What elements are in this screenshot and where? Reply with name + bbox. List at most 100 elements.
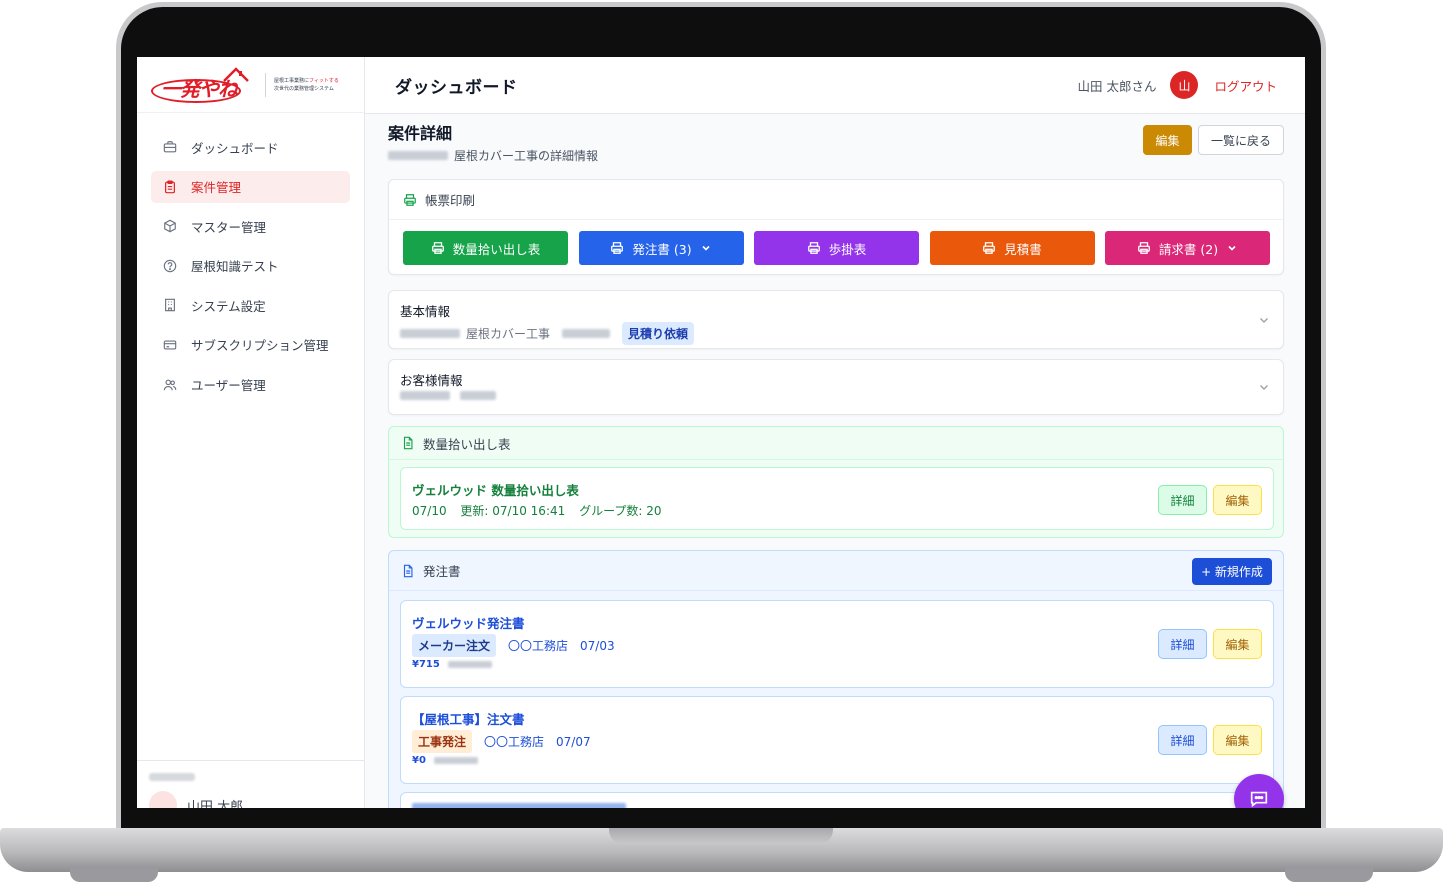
edit-button[interactable]: 編集 [1213, 725, 1262, 755]
print-card: 帳票印刷 数量拾い出し表 発注書 (3) 歩掛表 見積書 請求書 (2) [388, 179, 1284, 275]
item-price: ¥0 [412, 755, 478, 766]
printer-icon [1138, 242, 1150, 254]
chevron-down-icon [702, 245, 710, 251]
detail-button[interactable]: 詳細 [1158, 725, 1207, 755]
printer-icon [611, 242, 624, 254]
document-icon [403, 564, 413, 577]
sidebar-item-projects[interactable]: 案件管理 [151, 170, 350, 203]
edit-button[interactable]: 編集 [1213, 485, 1262, 515]
list-item[interactable]: 【屋根工事】注文書 工事発注 〇〇工務店 07/07 ¥0 詳細 編集 [400, 696, 1274, 784]
printer-icon [431, 242, 444, 254]
list-item[interactable]: ヴェルウッド発注書 メーカー注文 〇〇工務店 07/03 ¥715 詳細 編集 [400, 600, 1274, 688]
customer-info-title: お客様情報 [400, 373, 463, 388]
detail-title-row: 案件詳細 屋根カバー工事の詳細情報 編集 一覧に戻る [388, 114, 1284, 174]
clipboard-icon [165, 180, 175, 193]
chevron-down-icon [1228, 245, 1236, 251]
sidebar-item-settings[interactable]: システム設定 [151, 289, 350, 321]
laptop-foot [1285, 868, 1373, 882]
avatar [149, 791, 177, 808]
credit-card-icon [163, 340, 177, 350]
sidebar-item-dashboard[interactable]: ダッシュボード [151, 131, 350, 163]
basic-info-summary: 屋根カバー工事 見積り依頼 [400, 322, 695, 345]
app-logo: 一発やね [149, 65, 261, 105]
logo-tagline: 屋根工事業務にフィットする 次世代の業務管理システム [274, 77, 339, 92]
item-meta: メーカー注文 〇〇工務店 07/03 [412, 634, 615, 657]
status-badge: 見積り依頼 [622, 322, 695, 345]
edit-button[interactable]: 編集 [1143, 125, 1192, 155]
orders-section-header: 発注書 [389, 551, 1283, 591]
sidebar-item-subscription[interactable]: サブスクリプション管理 [151, 329, 350, 361]
sidebar: 一発やね 屋根工事業務にフィットする 次世代の業務管理システム ダッシュボード … [137, 57, 365, 808]
chevron-down-icon [1260, 385, 1268, 390]
print-card-header: 帳票印刷 [389, 180, 1283, 220]
logout-link[interactable]: ログアウト [1214, 76, 1277, 95]
basic-info-accordion[interactable]: 基本情報 屋根カバー工事 見積り依頼 [388, 290, 1284, 349]
detail-button[interactable]: 詳細 [1158, 629, 1207, 659]
item-title: ヴェルウッド発注書 [412, 616, 525, 631]
order-type-badge: 工事発注 [412, 730, 473, 753]
print-order-button[interactable]: 発注書 (3) [578, 231, 744, 265]
app-screen: 一発やね 屋根工事業務にフィットする 次世代の業務管理システム ダッシュボード … [137, 57, 1305, 808]
item-title: ヴェルウッド 数量拾い出し表 [412, 483, 579, 498]
detail-title: 案件詳細 [388, 124, 453, 143]
customer-info-accordion[interactable]: お客様情報 [388, 359, 1284, 415]
edit-button[interactable]: 編集 [1213, 629, 1262, 659]
redacted-text [412, 803, 626, 808]
list-item[interactable] [400, 792, 1274, 808]
detail-subtitle: 屋根カバー工事の詳細情報 [388, 147, 598, 164]
building-icon [165, 299, 175, 312]
basic-info-title: 基本情報 [400, 304, 451, 319]
chat-bubble-icon [1250, 791, 1268, 808]
question-circle-icon [163, 259, 177, 273]
item-meta: 07/10 更新: 07/10 16:41 グループ数: 20 [412, 504, 662, 518]
item-title: 【屋根工事】注文書 [412, 712, 525, 727]
cube-icon [164, 219, 176, 233]
redacted-text [400, 329, 460, 338]
print-labor-button[interactable]: 歩掛表 [754, 231, 919, 265]
print-invoice-button[interactable]: 請求書 (2) [1105, 231, 1270, 265]
printer-icon [807, 242, 820, 254]
laptop-foot [70, 868, 158, 882]
sidebar-footer: 山田 太郎 [137, 760, 365, 808]
sidebar-item-roof-test[interactable]: 屋根知識テスト [151, 250, 350, 282]
redacted-text [433, 757, 478, 764]
redacted-text [400, 391, 450, 400]
chevron-down-icon [1260, 318, 1268, 323]
print-buttons: 数量拾い出し表 発注書 (3) 歩掛表 見積書 請求書 (2) [403, 231, 1270, 265]
logo-area[interactable]: 一発やね 屋根工事業務にフィットする 次世代の業務管理システム [137, 57, 364, 113]
sidebar-item-master[interactable]: マスター管理 [151, 210, 350, 242]
redacted-text [447, 661, 492, 668]
briefcase-icon [163, 141, 177, 153]
sidebar-nav: ダッシュボード 案件管理 マスター管理 屋根知識テスト システム設定 サブスクリ… [137, 113, 364, 401]
detail-button[interactable]: 詳細 [1158, 485, 1207, 515]
item-meta: 工事発注 〇〇工務店 07/07 [412, 730, 591, 753]
redacted-text [388, 151, 448, 160]
print-quantity-button[interactable]: 数量拾い出し表 [403, 231, 568, 265]
new-order-button[interactable]: + 新規作成 [1192, 558, 1272, 585]
avatar[interactable]: 山 [1170, 71, 1199, 99]
printer-icon [983, 242, 996, 254]
user-greeting: 山田 太郎さん [1077, 78, 1157, 94]
sidebar-item-users[interactable]: ユーザー管理 [151, 369, 350, 401]
order-type-badge: メーカー注文 [412, 634, 497, 657]
page-title: ダッシュボード [395, 77, 518, 98]
print-estimate-button[interactable]: 見積書 [929, 231, 1095, 265]
laptop-notch [609, 828, 833, 844]
redacted-text [562, 329, 611, 338]
orders-section: 発注書 + 新規作成 ヴェルウッド発注書 メーカー注文 〇〇工務店 07/03 … [388, 550, 1284, 808]
item-price: ¥715 [412, 659, 492, 670]
main-content: 案件詳細 屋根カバー工事の詳細情報 編集 一覧に戻る 帳票印刷 数量拾い出し表 [365, 114, 1305, 808]
sidebar-user[interactable]: 山田 太郎 [149, 791, 365, 808]
back-to-list-button[interactable]: 一覧に戻る [1198, 125, 1284, 155]
document-icon [403, 436, 413, 450]
user-name: 山田 太郎 [187, 799, 244, 809]
logo-text: 一発やね [161, 76, 238, 101]
customer-info-summary [400, 391, 496, 400]
quantity-section-header: 数量拾い出し表 [389, 427, 1283, 460]
list-item[interactable]: ヴェルウッド 数量拾い出し表 07/10 更新: 07/10 16:41 グルー… [400, 467, 1274, 530]
users-icon [163, 379, 177, 390]
printer-icon [404, 193, 416, 206]
top-header: ダッシュボード 山田 太郎さん 山 ログアウト [365, 57, 1305, 114]
org-name-redacted [149, 773, 195, 781]
quantity-section: 数量拾い出し表 ヴェルウッド 数量拾い出し表 07/10 更新: 07/10 1… [388, 426, 1284, 538]
